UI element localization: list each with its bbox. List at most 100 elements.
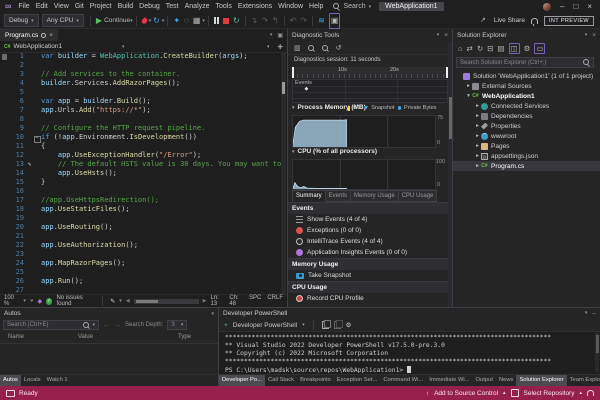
tab-breakpoints[interactable]: Breakpoints <box>297 375 334 386</box>
solution-search-input[interactable]: Search Solution Explorer (Ctrl+;) <box>456 57 594 68</box>
split-editor-icon[interactable]: ✚ <box>274 43 287 51</box>
line-ending[interactable]: CRLF <box>267 295 283 307</box>
breakpoint-margin[interactable] <box>0 214 8 223</box>
code-line-9[interactable]: 9// Configure the HTTP request pipeline. <box>0 124 281 133</box>
fold-marker[interactable]: − <box>33 133 41 142</box>
code-line-16[interactable]: 16 <box>0 187 281 196</box>
summary-item-application-insights-events-0-of-0[interactable]: Application Insights Events (0 of 0) <box>288 247 453 258</box>
terminal-settings-icon[interactable]: ⚙ <box>346 321 352 329</box>
menu-help[interactable]: Help <box>306 3 326 10</box>
notification-bell-icon[interactable] <box>531 18 538 24</box>
menu-view[interactable]: View <box>51 3 72 10</box>
expander-icon[interactable]: ▸ <box>474 113 481 119</box>
redo-icon[interactable]: ↷ <box>300 14 307 28</box>
diagnostic-tools-toggle-icon[interactable]: ▣ <box>329 13 341 29</box>
chevron-down-icon[interactable]: ▾ <box>270 32 273 39</box>
terminal-cursor[interactable] <box>407 366 411 373</box>
code-line-7[interactable]: 7app.Urls.Add("https://*"); <box>0 106 281 115</box>
float-window-icon[interactable]: ▣ <box>277 32 283 39</box>
code-line-24[interactable]: 24app.MapRazorPages(); <box>0 259 281 268</box>
paste-icon[interactable] <box>334 321 341 329</box>
code-line-19[interactable]: 19 <box>0 214 281 223</box>
breakpoint-margin[interactable] <box>0 259 8 268</box>
notification-bell-icon[interactable] <box>587 390 594 396</box>
issues-label[interactable]: No issues found <box>56 295 95 307</box>
minimize-panel-icon[interactable]: – <box>592 310 596 317</box>
new-terminal-label[interactable]: Developer PowerShell <box>233 322 297 329</box>
close-button[interactable]: × <box>587 0 592 13</box>
code-line-27[interactable]: 27 <box>0 286 281 294</box>
continue-button[interactable]: ▶ <box>96 14 102 28</box>
column-name[interactable]: Name <box>0 334 78 343</box>
switch-views-icon[interactable]: ⇄ <box>467 44 473 53</box>
live-share-button[interactable]: Live Share <box>494 17 525 24</box>
menu-project[interactable]: Project <box>87 3 115 10</box>
breakpoint-margin[interactable] <box>0 241 8 250</box>
expander-icon[interactable]: ▸ <box>474 123 481 129</box>
breakpoint-margin[interactable] <box>0 250 8 259</box>
refresh-icon[interactable]: ↻ <box>477 44 483 53</box>
show-all-files-icon[interactable]: ▤ <box>497 44 504 53</box>
code-line-6[interactable]: 6var app = builder.Build(); <box>0 97 281 106</box>
tree-item-wwwroot[interactable]: ▸wwwroot <box>453 131 600 141</box>
minimize-button[interactable]: – <box>560 0 564 13</box>
breakpoint-margin[interactable] <box>0 133 8 142</box>
breakpoint-margin[interactable] <box>0 115 8 124</box>
summary-item-show-events-4-of-4[interactable]: Show Events (4 of 4) <box>288 214 453 225</box>
breakpoint-margin[interactable] <box>0 223 8 232</box>
code-line-8[interactable]: 8 <box>0 115 281 124</box>
add-to-source-control-button[interactable]: Add to Source Control <box>434 390 498 397</box>
menu-edit[interactable]: Edit <box>33 3 51 10</box>
scroll-right-icon[interactable]: ▶ <box>203 298 207 304</box>
tab-locals[interactable]: Locals <box>21 375 44 386</box>
step-into-icon[interactable]: ↴ <box>251 14 258 28</box>
close-tab-icon[interactable]: × <box>49 32 53 39</box>
close-panel-icon[interactable]: × <box>444 32 448 39</box>
breakpoint-margin[interactable] <box>0 205 8 214</box>
tree-item-webapplication1[interactable]: ▾C#WebApplication1 <box>453 91 600 101</box>
tab-developer-po[interactable]: Developer Po... <box>219 375 265 386</box>
chevron-down-icon[interactable]: ▾ <box>585 310 588 317</box>
tab-solution-explorer[interactable]: Solution Explorer <box>516 375 566 386</box>
breakpoint-margin[interactable] <box>0 232 8 241</box>
column-type[interactable]: Type <box>178 334 218 343</box>
diag-tab-cpu-usage[interactable]: CPU Usage <box>399 190 438 202</box>
tree-item-dependencies[interactable]: ▸Dependencies <box>453 111 600 121</box>
chevron-down-icon[interactable]: ▾ <box>585 32 588 39</box>
breakpoint-margin[interactable] <box>0 79 8 88</box>
tab-command-wi[interactable]: Command Wi... <box>380 375 426 386</box>
zoom-in-icon[interactable] <box>308 45 315 52</box>
menu-file[interactable]: File <box>15 3 32 10</box>
home-icon[interactable]: ⌂ <box>458 44 463 53</box>
tab-autos[interactable]: Autos <box>0 375 21 386</box>
code-line-1[interactable]: 1var builder = WebApplication.CreateBuil… <box>0 52 281 61</box>
breakpoint-margin[interactable] <box>0 178 8 187</box>
breadcrumb-member-dropdown[interactable]: ▾ <box>129 41 274 52</box>
event-diamond-marker[interactable]: ◆ <box>305 86 309 92</box>
breakpoint-margin[interactable] <box>0 88 8 97</box>
breakpoint-margin[interactable] <box>0 106 8 115</box>
code-line-18[interactable]: 18app.UseStaticFiles(); <box>0 205 281 214</box>
range-handle-left[interactable] <box>292 67 294 78</box>
code-line-2[interactable]: 2 <box>0 61 281 70</box>
scroll-left-icon[interactable]: ◀ <box>126 298 130 304</box>
account-avatar[interactable] <box>543 3 551 11</box>
code-line-21[interactable]: 21 <box>0 232 281 241</box>
code-line-14[interactable]: 14 app.UseHsts(); <box>0 169 281 178</box>
find-in-files-icon[interactable]: ≋ <box>318 14 325 28</box>
expander-icon[interactable]: ▸ <box>465 83 472 89</box>
code-line-5[interactable]: 5 <box>0 88 281 97</box>
zoom-out-icon[interactable] <box>322 45 329 52</box>
edit-mode-icon[interactable]: ✎ <box>110 298 115 305</box>
tab-team-explorer[interactable]: Team Explorer <box>567 375 600 386</box>
collapse-section-icon[interactable]: ▾ <box>292 149 295 155</box>
terminal-output[interactable]: ****************************************… <box>225 334 592 373</box>
search-depth-dropdown[interactable]: 3 ▾ <box>167 320 187 330</box>
code-line-22[interactable]: 22app.UseAuthorization(); <box>0 241 281 250</box>
expander-icon[interactable]: ▸ <box>474 103 481 109</box>
zoom-level-dropdown[interactable]: 100 % <box>4 295 19 307</box>
diag-tab-events[interactable]: Events <box>326 190 351 202</box>
autos-search-input[interactable]: Search (Ctrl+E) ▾ <box>3 320 99 330</box>
search-prev-icon[interactable]: ← <box>103 322 110 329</box>
tab-immediate-wi[interactable]: Immediate Wi... <box>426 375 472 386</box>
